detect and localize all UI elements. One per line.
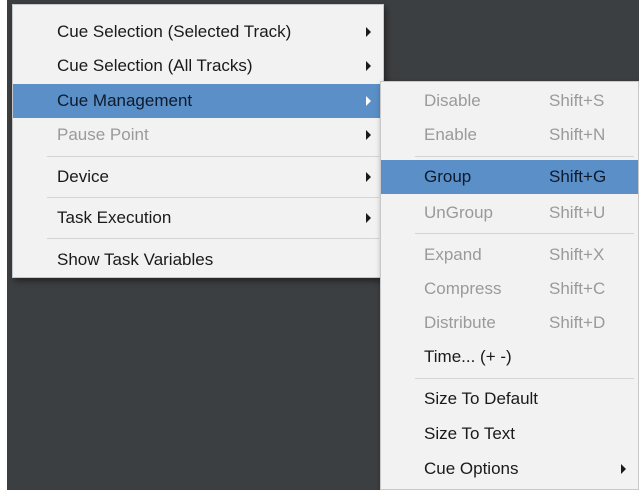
menu-item-label: UnGroup <box>424 203 493 222</box>
submenu-arrow-icon <box>366 213 371 223</box>
submenu-item-size-to-text[interactable]: Size To Text <box>381 417 638 451</box>
menu-separator <box>47 238 379 239</box>
submenu-item-disable[interactable]: Disable Shift+S <box>381 84 638 118</box>
menu-item-device[interactable]: Device <box>13 160 383 194</box>
menu-separator <box>415 378 634 379</box>
menu-item-show-task-variables[interactable]: Show Task Variables <box>13 243 383 277</box>
menu-item-label: Cue Options <box>424 459 519 478</box>
menu-item-label: Time... (+ -) <box>424 347 512 366</box>
menu-item-label: Size To Text <box>424 424 516 443</box>
menu-item-shortcut: Shift+G <box>549 167 607 186</box>
submenu-arrow-icon <box>366 130 371 140</box>
menu-item-label: Disable <box>424 91 481 110</box>
menu-separator <box>415 233 634 234</box>
submenu-arrow-icon <box>366 27 371 37</box>
menu-item-shortcut: Shift+S <box>549 91 605 110</box>
menu-separator <box>415 156 634 157</box>
menu-item-shortcut: Shift+D <box>549 313 606 332</box>
menu-item-pause-point[interactable]: Pause Point <box>13 118 383 152</box>
menu-item-label: Size To Default <box>424 389 539 408</box>
menu-separator <box>47 156 379 157</box>
menu-item-cue-management[interactable]: Cue Management <box>13 84 383 118</box>
menu-item-label: Pause Point <box>57 125 149 144</box>
submenu-item-time[interactable]: Time... (+ -) <box>381 340 638 374</box>
menu-item-label: Compress <box>424 279 502 298</box>
submenu-item-enable[interactable]: Enable Shift+N <box>381 118 638 152</box>
menu-item-label: Task Execution <box>57 208 172 227</box>
menu-item-label: Enable <box>424 125 477 144</box>
menu-item-label: Cue Management <box>57 91 193 110</box>
menu-item-task-execution[interactable]: Task Execution <box>13 201 383 235</box>
menu-item-shortcut: Shift+C <box>549 279 606 298</box>
submenu-item-group[interactable]: Group Shift+G <box>381 160 638 194</box>
submenu-arrow-icon <box>621 464 626 474</box>
context-menu: Cue Selection (Selected Track) Cue Selec… <box>12 4 384 278</box>
menu-item-cue-selection-all-tracks[interactable]: Cue Selection (All Tracks) <box>13 49 383 83</box>
submenu-item-cue-options[interactable]: Cue Options <box>381 452 638 486</box>
submenu-arrow-icon <box>366 172 371 182</box>
menu-item-label: Show Task Variables <box>57 250 214 269</box>
menu-item-label: Device <box>57 167 109 186</box>
menu-item-label: Expand <box>424 245 482 264</box>
menu-item-label: Cue Selection (All Tracks) <box>57 56 253 75</box>
menu-item-cue-selection-selected-track[interactable]: Cue Selection (Selected Track) <box>13 15 383 49</box>
menu-item-label: Distribute <box>424 313 496 332</box>
submenu-item-ungroup[interactable]: UnGroup Shift+U <box>381 196 638 230</box>
cue-management-submenu: Disable Shift+S Enable Shift+N Group Shi… <box>380 81 639 490</box>
menu-item-shortcut: Shift+N <box>549 125 606 144</box>
submenu-item-compress[interactable]: Compress Shift+C <box>381 272 638 306</box>
menu-item-label: Group <box>424 167 472 186</box>
menu-item-shortcut: Shift+U <box>549 203 606 222</box>
menu-item-label: Cue Selection (Selected Track) <box>57 22 292 41</box>
menu-separator <box>47 197 379 198</box>
menu-item-shortcut: Shift+X <box>549 245 605 264</box>
submenu-item-distribute[interactable]: Distribute Shift+D <box>381 306 638 340</box>
submenu-item-expand[interactable]: Expand Shift+X <box>381 238 638 272</box>
submenu-arrow-icon <box>366 96 371 106</box>
screen: Cue Selection (Selected Track) Cue Selec… <box>0 0 639 490</box>
submenu-arrow-icon <box>366 61 371 71</box>
submenu-item-size-to-default[interactable]: Size To Default <box>381 382 638 416</box>
